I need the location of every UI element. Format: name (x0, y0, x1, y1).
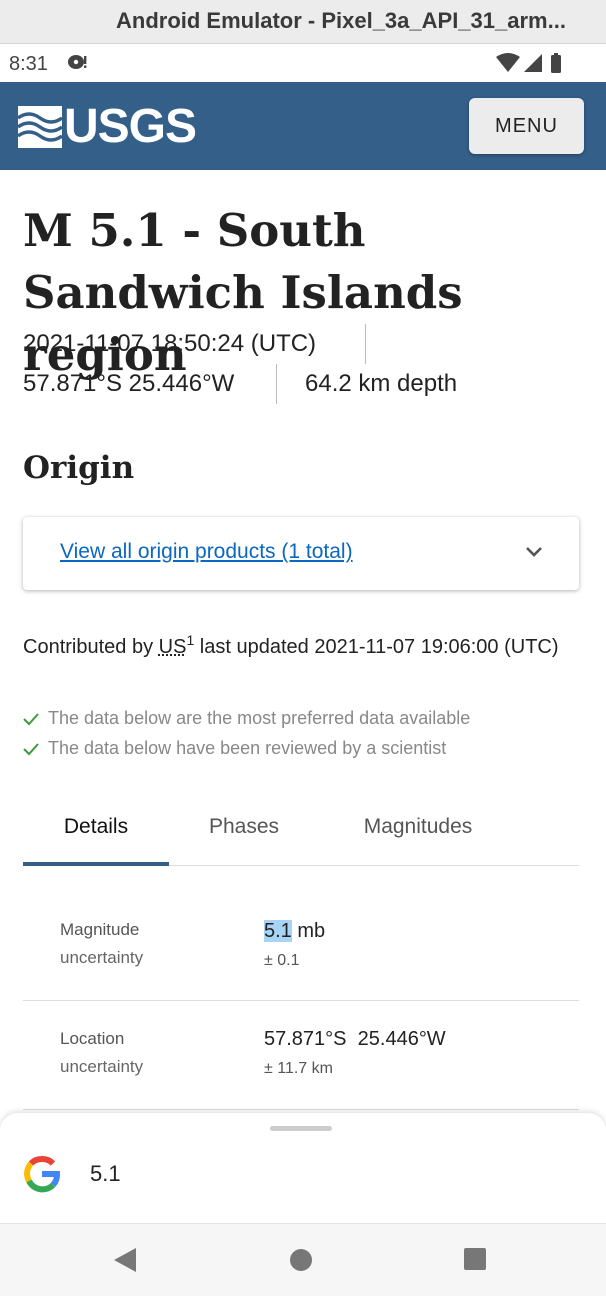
magnitude-value: 5.1 mb (264, 920, 325, 943)
contributor-footnote: 1 (186, 632, 195, 648)
usgs-logo[interactable]: USGS (18, 100, 197, 153)
contributed-prefix: Contributed by (23, 636, 154, 658)
event-coordinates: 57.871°S 25.446°W (23, 370, 235, 397)
location-uncertainty: ± 11.7 km (264, 1060, 333, 1077)
detail-sublabel: uncertainty (60, 948, 144, 967)
chevron-down-icon[interactable] (524, 545, 544, 564)
navigation-bar (0, 1223, 606, 1296)
site-header: USGS MENU (0, 82, 606, 170)
back-icon[interactable] (112, 1246, 138, 1279)
contributed-by: Contributed by US1 last updated 2021-11-… (23, 620, 583, 667)
contributor-abbr[interactable]: US (159, 636, 187, 658)
tab-details[interactable]: Details (23, 806, 169, 866)
origin-products-expander[interactable]: View all origin products (1 total) (23, 517, 579, 590)
drag-handle[interactable] (270, 1126, 332, 1131)
page-title: M 5.1 - South Sandwich Islands region (23, 204, 463, 381)
detail-label: Location (60, 1029, 125, 1048)
active-tab-indicator (23, 862, 169, 866)
check-icon (23, 713, 39, 726)
magnitude-unit: mb (297, 920, 326, 942)
divider (365, 324, 366, 364)
section-heading-origin: Origin (23, 450, 135, 486)
google-icon (23, 1155, 61, 1198)
view-origin-products-link[interactable]: View all origin products (1 total) (60, 540, 353, 564)
tab-bar: Details Phases Magnitudes (23, 806, 579, 866)
search-highlight: 5.1 (264, 920, 292, 942)
notification-icon (66, 52, 90, 79)
wifi-icon (496, 53, 520, 72)
check-icon (23, 743, 39, 756)
location-lat: 57.871°S (264, 1028, 347, 1050)
search-bottom-sheet: 5.1 (0, 1113, 606, 1223)
usgs-wave-icon (18, 106, 62, 148)
detail-sublabel: uncertainty (60, 1057, 144, 1076)
home-icon[interactable] (288, 1247, 314, 1278)
recents-icon[interactable] (463, 1247, 489, 1278)
review-check-item: The data below have been reviewed by a s… (23, 738, 446, 759)
divider (276, 364, 277, 404)
emulator-title-bar: Android Emulator - Pixel_3a_API_31_arm..… (0, 0, 606, 44)
tab-phases[interactable]: Phases (188, 806, 300, 866)
tab-magnitudes[interactable]: Magnitudes (343, 806, 493, 866)
menu-button[interactable]: MENU (469, 98, 584, 154)
check-text: The data below have been reviewed by a s… (48, 738, 447, 758)
location-value: 57.871°S 25.446°W (264, 1028, 446, 1051)
detail-row-magnitude: Magnitude uncertainty 5.1 mb ± 0.1 (23, 890, 579, 1001)
magnitude-uncertainty: ± 0.1 (264, 952, 300, 969)
signal-icon (524, 54, 542, 72)
check-text: The data below are the most preferred da… (48, 708, 471, 728)
battery-icon (551, 55, 561, 73)
event-depth: 64.2 km depth (305, 370, 458, 397)
status-time: 8:31 (9, 53, 48, 75)
event-datetime: 2021-11-07 18:50:24 (UTC) (23, 330, 317, 357)
review-check-item: The data below are the most preferred da… (23, 708, 470, 729)
detail-label: Magnitude (60, 920, 140, 939)
window-title: Android Emulator - Pixel_3a_API_31_arm..… (116, 8, 566, 33)
logo-text: USGS (64, 100, 197, 153)
location-lon: 25.446°W (357, 1028, 446, 1050)
status-bar: 8:31 (0, 44, 606, 82)
search-query[interactable]: 5.1 (90, 1161, 121, 1187)
last-updated: last updated 2021-11-07 19:06:00 (UTC) (199, 636, 559, 658)
system-icons (496, 53, 566, 80)
detail-row-location: Location uncertainty 57.871°S 25.446°W ±… (23, 1001, 579, 1110)
